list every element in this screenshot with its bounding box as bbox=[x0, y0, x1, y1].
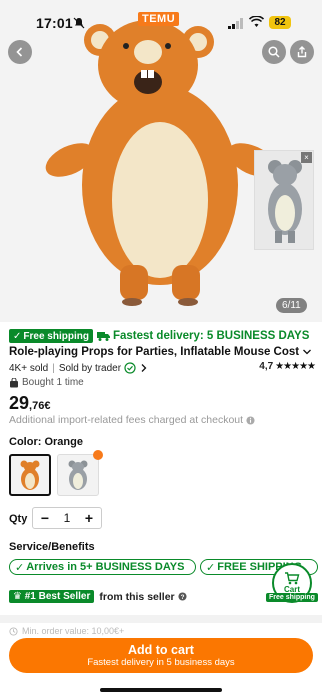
share-icon bbox=[297, 46, 307, 58]
status-time: 17:01 bbox=[36, 15, 73, 31]
section-divider bbox=[0, 615, 322, 623]
add-to-cart-button[interactable]: Add to cart Fastest delivery in 5 busine… bbox=[9, 638, 313, 673]
price-main: 29 bbox=[9, 393, 30, 413]
bought-row: Bought 1 time bbox=[9, 377, 84, 388]
status-bar: 17:01 TEMU 82 bbox=[0, 0, 322, 40]
free-shipping-badge: ✓ Free shipping bbox=[9, 329, 93, 343]
color-option-grey[interactable] bbox=[57, 454, 99, 496]
quantity-stepper: − 1 + bbox=[32, 507, 102, 529]
check-icon: ✓ bbox=[13, 330, 22, 342]
shopping-bag-icon bbox=[10, 377, 18, 387]
back-button[interactable] bbox=[8, 40, 32, 64]
color-label: Color: Orange bbox=[9, 436, 83, 448]
share-button[interactable] bbox=[290, 40, 314, 64]
wifi-icon bbox=[249, 16, 264, 27]
cart-free-shipping-tag: Free shipping bbox=[266, 593, 318, 602]
product-title-row[interactable]: Role-playing Props for Parties, Inflatab… bbox=[9, 344, 315, 360]
shipping-badges: ✓ Free shipping Fastest delivery: 5 BUSI… bbox=[9, 329, 309, 343]
floating-preview-thumbnail[interactable]: × bbox=[254, 150, 314, 250]
check-icon: ✓ bbox=[15, 561, 25, 574]
add-to-cart-label: Add to cart bbox=[128, 642, 194, 657]
product-image bbox=[45, 20, 277, 306]
cart-icon bbox=[285, 572, 300, 585]
temu-logo: TEMU bbox=[138, 12, 180, 26]
import-fees-notice[interactable]: Additional import-related fees charged a… bbox=[9, 414, 255, 426]
from-seller-label: from this seller bbox=[99, 590, 175, 603]
product-title: Role-playing Props for Parties, Inflatab… bbox=[9, 346, 299, 358]
trophy-icon: ♛ bbox=[13, 591, 22, 602]
benefit-arrival[interactable]: ✓ Arrives in 5+ BUSINESS DAYS bbox=[9, 559, 196, 575]
price: 29 ,76€ bbox=[9, 393, 50, 414]
truck-icon bbox=[96, 332, 110, 341]
color-option-orange[interactable] bbox=[9, 454, 51, 496]
home-indicator[interactable] bbox=[100, 688, 222, 692]
add-to-cart-subtitle: Fastest delivery in 5 business days bbox=[87, 656, 235, 668]
rating-value: 4,7 bbox=[259, 361, 274, 372]
product-image-gallery[interactable]: 17:01 TEMU 82 × 6/11 bbox=[0, 0, 322, 322]
from-seller: from this seller ? bbox=[99, 590, 187, 603]
chevron-down-icon[interactable] bbox=[302, 347, 312, 357]
star-rating-icon: ★★★★★ bbox=[275, 361, 316, 372]
price-decimal: ,76€ bbox=[29, 400, 51, 412]
service-benefits-label: Service/Benefits bbox=[9, 541, 95, 553]
sold-by-link[interactable]: Sold by trader bbox=[59, 363, 121, 374]
sold-count: 4K+ sold bbox=[9, 362, 49, 374]
free-shipping-label: Free shipping bbox=[23, 330, 89, 342]
quantity-label: Qty bbox=[9, 513, 28, 525]
bought-count: Bought 1 time bbox=[22, 377, 84, 388]
min-order-notice: Min. order value: 10,00€+ bbox=[9, 626, 124, 636]
svg-text:?: ? bbox=[180, 594, 184, 601]
info-icon[interactable] bbox=[246, 415, 255, 425]
chevron-left-icon bbox=[16, 47, 23, 57]
battery-indicator: 82 bbox=[269, 16, 291, 29]
separator: | bbox=[52, 362, 55, 374]
import-fees-text: Additional import-related fees charged a… bbox=[9, 414, 244, 426]
grey-mouse-swatch-image bbox=[68, 460, 88, 490]
check-icon: ✓ bbox=[206, 561, 216, 574]
chevron-right-icon[interactable] bbox=[139, 363, 149, 373]
fastest-delivery-label: Fastest delivery: 5 BUSINESS DAYS bbox=[112, 330, 310, 342]
quantity-minus-button[interactable]: − bbox=[39, 510, 51, 526]
seller-verified-icon bbox=[124, 362, 136, 374]
close-preview-button[interactable]: × bbox=[301, 152, 312, 163]
sales-row: 4K+ sold | Sold by trader 4,7 ★★★★★ bbox=[9, 361, 316, 375]
benefit-arrival-label: Arrives in 5+ BUSINESS DAYS bbox=[26, 561, 185, 573]
search-icon bbox=[268, 46, 280, 58]
bell-muted-icon bbox=[73, 17, 85, 29]
hot-item-icon bbox=[93, 450, 103, 460]
quantity-plus-button[interactable]: + bbox=[83, 510, 95, 526]
orange-mouse-swatch-image bbox=[20, 460, 40, 490]
clock-icon bbox=[9, 626, 18, 636]
grey-mouse-preview-image bbox=[268, 160, 302, 243]
best-seller-label: #1 Best Seller bbox=[24, 591, 91, 602]
image-counter: 6/11 bbox=[276, 298, 307, 313]
quantity-value[interactable]: 1 bbox=[64, 511, 71, 525]
cellular-signal-icon bbox=[228, 18, 243, 29]
rating[interactable]: 4,7 ★★★★★ bbox=[259, 361, 316, 372]
best-seller-badge: ♛ #1 Best Seller bbox=[9, 590, 95, 603]
help-icon[interactable]: ? bbox=[178, 592, 187, 601]
min-order-text: Min. order value: 10,00€+ bbox=[22, 626, 125, 636]
best-seller-row[interactable]: ♛ #1 Best Seller from this seller ? bbox=[9, 590, 187, 603]
fastest-delivery-badge: Fastest delivery: 5 BUSINESS DAYS bbox=[96, 330, 310, 342]
search-button[interactable] bbox=[262, 40, 286, 64]
